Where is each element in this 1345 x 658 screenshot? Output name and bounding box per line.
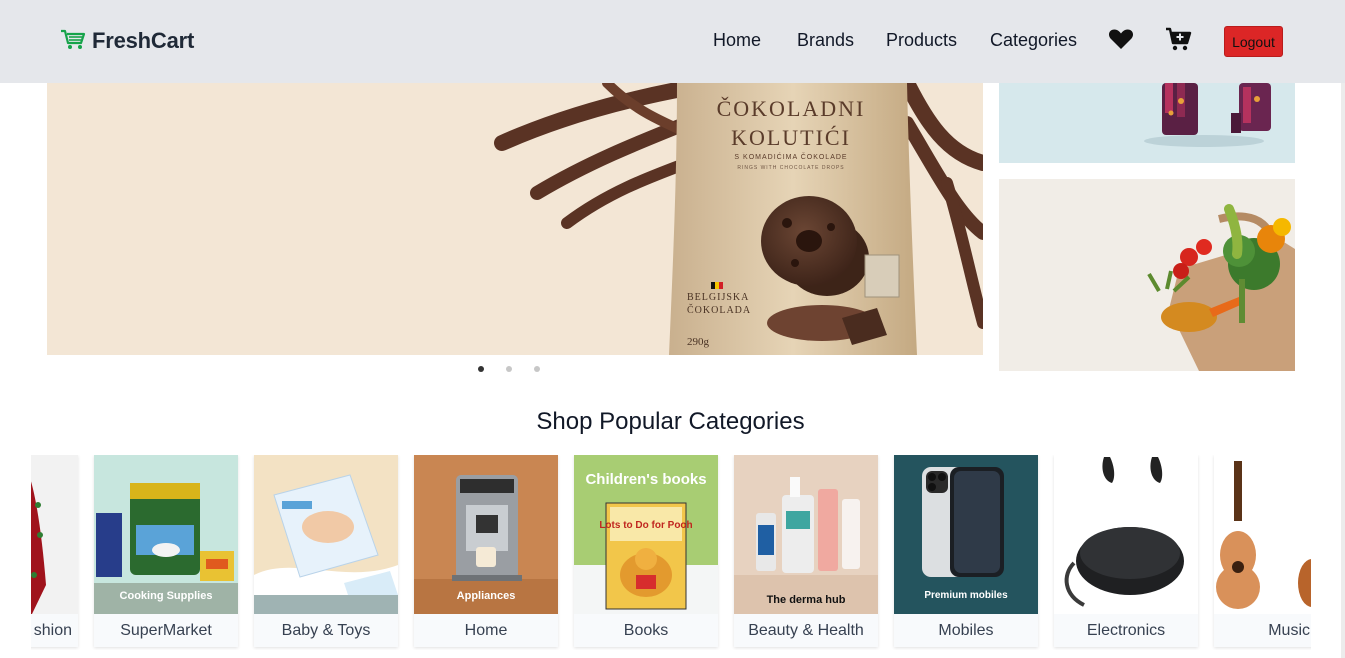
bag-badge-line2: ČOKOLADA — [687, 304, 751, 316]
category-card-fashion[interactable]: shion — [31, 455, 78, 647]
hero-product-image: ČOKOLADNI KOLUTIĆI S KOMADIĆIMA ČOKOLADE… — [47, 83, 983, 355]
category-card-home[interactable]: Appliances Home — [414, 455, 558, 647]
category-card-mobiles[interactable]: Premium mobiles Mobiles — [894, 455, 1038, 647]
category-label-baby-toys: Baby & Toys — [281, 621, 371, 639]
category-overlay-beauty-health: The derma hub — [766, 594, 846, 606]
bag-title-line1: ČOKOLADNI — [717, 96, 866, 121]
snack-packs-image — [999, 83, 1295, 163]
hero-slider-main[interactable]: ČOKOLADNI KOLUTIĆI S KOMADIĆIMA ČOKOLADE… — [47, 83, 983, 355]
category-image-beauty-health: The derma hub — [734, 455, 878, 614]
category-overlay-supermarket: Cooking Supplies — [119, 590, 213, 602]
slider-dot-1[interactable] — [478, 366, 484, 372]
category-image-baby-toys — [254, 455, 398, 614]
hero-banner-bottom[interactable] — [999, 179, 1295, 371]
nav-link-products[interactable]: Products — [886, 30, 957, 51]
category-image-home: Appliances — [414, 455, 558, 614]
category-label-books: Books — [623, 621, 669, 639]
category-image-mobiles: Premium mobiles — [894, 455, 1038, 614]
category-label-home: Home — [464, 621, 508, 639]
bag-title-line2: KOLUTIĆI — [731, 125, 851, 150]
category-overlay-home: Appliances — [456, 590, 516, 602]
bag-subtitle: S KOMADIĆIMA ČOKOLADE — [734, 152, 847, 161]
nav-link-categories[interactable]: Categories — [990, 30, 1077, 51]
category-label-beauty-health: Beauty & Health — [748, 621, 864, 639]
slider-dot-3[interactable] — [534, 366, 540, 372]
category-card-supermarket[interactable]: Cooking Supplies SuperMarket — [94, 455, 238, 647]
page-scrollbar[interactable] — [1341, 83, 1345, 658]
category-card-books[interactable]: Children's books Lots to Do for Pooh Boo… — [574, 455, 718, 647]
category-overlay-books: Children's books — [585, 471, 707, 488]
slider-dots — [478, 366, 540, 372]
bag-badge-line1: BELGIJSKA — [687, 292, 749, 303]
nav-link-brands[interactable]: Brands — [797, 30, 854, 51]
category-image-music — [1214, 455, 1311, 614]
category-carousel[interactable]: shion Cooking Supplies SuperMarket Baby … — [31, 455, 1311, 650]
category-label-supermarket: SuperMarket — [120, 621, 212, 639]
category-card-electronics[interactable]: Electronics — [1054, 455, 1198, 647]
category-image-electronics — [1054, 455, 1198, 614]
category-image-supermarket: Cooking Supplies — [94, 455, 238, 614]
cart-plus-icon[interactable] — [1165, 27, 1193, 56]
slider-dot-2[interactable] — [506, 366, 512, 372]
hero-banner-top[interactable] — [999, 83, 1295, 163]
navbar: FreshCart Home Brands Products Categorie… — [0, 0, 1345, 83]
bag-subtitle-en: RINGS WITH CHOCOLATE DROPS — [737, 165, 844, 171]
category-image-fashion — [31, 455, 78, 614]
category-card-music[interactable]: Music — [1214, 455, 1311, 647]
section-title: Shop Popular Categories — [536, 408, 805, 435]
category-overlay-mobiles: Premium mobiles — [924, 590, 1008, 601]
category-label-fashion: shion — [33, 621, 72, 639]
heart-icon[interactable] — [1108, 28, 1134, 55]
category-card-beauty-health[interactable]: The derma hub Beauty & Health — [734, 455, 878, 647]
category-label-electronics: Electronics — [1086, 621, 1166, 639]
grocery-bag-image — [999, 179, 1295, 371]
category-label-music: Music — [1268, 621, 1310, 639]
category-card-baby-toys[interactable]: Baby & Toys — [254, 455, 398, 647]
bag-weight: 290g — [687, 336, 710, 348]
category-image-books: Children's books Lots to Do for Pooh — [574, 455, 718, 614]
logout-button[interactable]: Logout — [1224, 26, 1283, 57]
category-label-mobiles: Mobiles — [938, 621, 994, 639]
book-title: Lots to Do for Pooh — [599, 520, 693, 531]
nav-link-home[interactable]: Home — [713, 30, 761, 51]
